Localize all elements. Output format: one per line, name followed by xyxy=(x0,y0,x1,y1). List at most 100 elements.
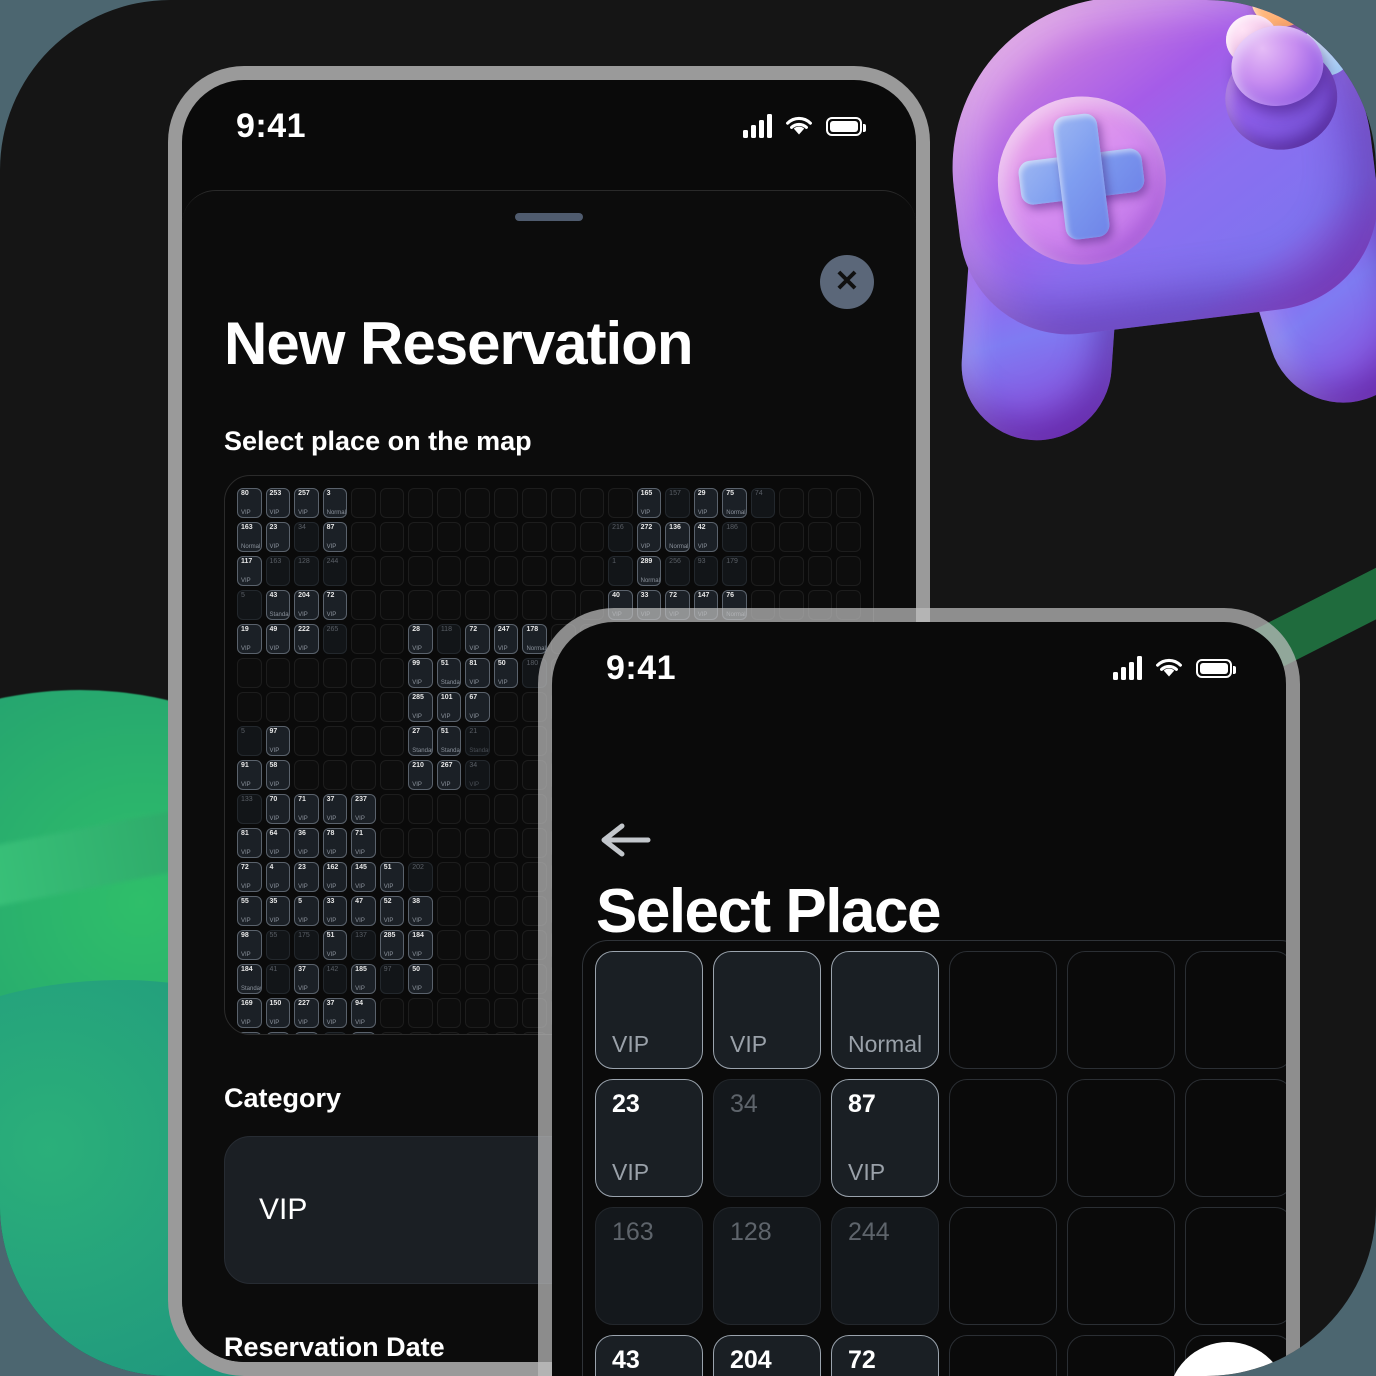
close-icon[interactable]: ✕ xyxy=(820,255,874,309)
seat-cell[interactable]: 265 xyxy=(322,624,348,654)
seat-cell[interactable]: 118 xyxy=(436,624,462,654)
seat-cell[interactable]: 34 xyxy=(294,522,319,552)
seat-cell[interactable]: 184 VIP xyxy=(408,930,433,960)
seat-cell[interactable]: 81 VIP xyxy=(237,828,262,858)
seat-cell[interactable]: 150 VIP xyxy=(265,998,291,1028)
seat-cell[interactable]: 41 xyxy=(265,964,291,994)
seat-cell[interactable]: 204VIP xyxy=(713,1335,821,1376)
seat-cell[interactable]: 256 xyxy=(665,556,690,586)
back-arrow-icon[interactable] xyxy=(598,820,652,860)
seat-cell[interactable]: 54VIP xyxy=(265,1032,291,1034)
seat-cell[interactable]: 128 xyxy=(713,1207,821,1325)
seat-selection-map[interactable]: VIP VIP Normal 23 VIP 34 87 VIP 163 128 244 43Stand… xyxy=(582,940,1286,1376)
seat-cell[interactable]: 23 VIP xyxy=(294,862,319,892)
seat-cell[interactable]: 99 VIP xyxy=(408,658,433,688)
seat-cell[interactable]: 175 xyxy=(294,930,319,960)
seat-cell[interactable]: 285 VIP xyxy=(379,930,405,960)
seat-cell[interactable]: 227 VIP xyxy=(294,998,319,1028)
seat-cell[interactable]: 185 VIP xyxy=(351,964,376,994)
seat-cell[interactable]: 97 VIP xyxy=(265,726,291,756)
seat-cell[interactable]: 34 VIP xyxy=(465,760,490,790)
seat-cell[interactable]: 103 xyxy=(322,1032,348,1034)
seat-cell[interactable]: 267 VIP xyxy=(436,760,462,790)
seat-cell[interactable]: 87 VIP xyxy=(322,522,348,552)
sheet-grabber[interactable] xyxy=(515,213,583,221)
seat-cell[interactable]: 49 VIP xyxy=(265,624,291,654)
seat-cell[interactable]: VIP xyxy=(595,951,703,1069)
seat-cell[interactable]: 74 xyxy=(750,488,776,518)
seat-cell[interactable]: 128 xyxy=(294,556,319,586)
seat-cell[interactable]: 38 VIP xyxy=(408,896,433,926)
seat-cell[interactable]: 202 xyxy=(408,862,433,892)
seat-cell[interactable]: 184 Standart xyxy=(237,964,262,994)
seat-cell[interactable]: 237 VIP xyxy=(351,794,376,824)
seat-cell[interactable]: 5 xyxy=(237,726,262,756)
seat-selection-grid[interactable]: VIP VIP Normal 23 VIP 34 87 VIP 163 128 244 43Stand… xyxy=(595,951,1286,1376)
seat-cell[interactable]: 163 xyxy=(595,1207,703,1325)
seat-cell[interactable]: 50 VIP xyxy=(408,964,433,994)
seat-cell[interactable]: 43 Standart xyxy=(265,590,291,620)
seat-cell[interactable]: 34 xyxy=(713,1079,821,1197)
seat-cell[interactable]: 204VIP xyxy=(294,590,319,620)
seat-cell[interactable]: 137 xyxy=(351,930,376,960)
seat-cell[interactable]: 182VIP xyxy=(294,1032,319,1034)
seat-cell[interactable]: 71 VIP xyxy=(294,794,319,824)
seat-cell[interactable]: 70 VIP xyxy=(265,794,291,824)
seat-cell[interactable]: 94 VIP xyxy=(351,998,376,1028)
seat-cell[interactable]: 98 VIP xyxy=(237,930,262,960)
seat-cell[interactable]: 169 VIP xyxy=(237,998,262,1028)
seat-cell[interactable]: 33 VIP xyxy=(322,896,348,926)
seat-cell[interactable]: 157 xyxy=(665,488,690,518)
seat-cell[interactable]: 186 xyxy=(722,522,747,552)
seat-cell[interactable]: 37 VIP xyxy=(294,964,319,994)
seat-cell[interactable]: 165 VIP xyxy=(636,488,662,518)
seat-cell[interactable]: 29 VIP xyxy=(693,488,719,518)
seat-cell[interactable]: 179 xyxy=(722,556,747,586)
seat-cell[interactable]: 50 VIP xyxy=(493,658,519,688)
seat-cell[interactable]: 52 VIP xyxy=(379,896,405,926)
seat-cell[interactable]: 257 VIP xyxy=(294,488,319,518)
seat-cell[interactable]: 21 Standart xyxy=(465,726,490,756)
seat-cell[interactable]: 285 VIP xyxy=(408,692,433,722)
seat-cell[interactable]: 72 VIP xyxy=(237,862,262,892)
seat-cell[interactable]: 47 VIP xyxy=(351,896,376,926)
seat-cell[interactable]: 3 Normal xyxy=(322,488,348,518)
seat-cell[interactable]: 145 VIP xyxy=(351,862,376,892)
seat-cell[interactable]: 42 VIP xyxy=(693,522,719,552)
seat-cell[interactable]: 23 VIP xyxy=(595,1079,703,1197)
seat-cell[interactable]: 55 xyxy=(265,930,291,960)
seat-cell[interactable]: 144VIP xyxy=(237,1032,262,1034)
seat-cell[interactable]: 216 xyxy=(608,522,633,552)
seat-cell[interactable]: 5 xyxy=(237,590,262,620)
seat-cell[interactable]: 272 VIP xyxy=(636,522,662,552)
seat-cell[interactable]: 28 VIP xyxy=(408,624,433,654)
seat-cell[interactable]: 101 VIP xyxy=(436,692,462,722)
seat-cell[interactable]: 55 VIP xyxy=(237,896,262,926)
seat-cell[interactable]: 51 Standart xyxy=(436,726,462,756)
seat-cell[interactable]: 37 VIP xyxy=(322,998,348,1028)
seat-cell[interactable]: 142 xyxy=(322,964,348,994)
seat-cell[interactable]: 5 VIP xyxy=(294,896,319,926)
seat-cell[interactable]: 244 xyxy=(322,556,348,586)
seat-cell[interactable]: 51 VIP xyxy=(322,930,348,960)
seat-cell[interactable]: 51 Standart xyxy=(436,658,462,688)
seat-cell[interactable]: 1 xyxy=(608,556,633,586)
seat-cell[interactable]: 67 VIP xyxy=(465,692,490,722)
seat-cell[interactable]: 178 Normal xyxy=(522,624,547,654)
seat-cell[interactable]: 71 VIP xyxy=(351,828,376,858)
seat-cell[interactable]: 153VIP xyxy=(351,1032,376,1034)
seat-cell[interactable]: VIP xyxy=(713,951,821,1069)
seat-cell[interactable]: 91 VIP xyxy=(237,760,262,790)
seat-cell[interactable]: 4 VIP xyxy=(265,862,291,892)
seat-cell[interactable]: 19 VIP xyxy=(237,624,262,654)
seat-cell[interactable]: 163 xyxy=(265,556,291,586)
seat-cell[interactable]: 97 xyxy=(379,964,405,994)
seat-cell[interactable]: 36 VIP xyxy=(294,828,319,858)
seat-cell[interactable]: 35 VIP xyxy=(265,896,291,926)
seat-cell[interactable]: 80 VIP xyxy=(237,488,262,518)
seat-cell[interactable]: 64 VIP xyxy=(265,828,291,858)
seat-cell[interactable]: 162 VIP xyxy=(322,862,348,892)
seat-cell[interactable]: 136 Normal xyxy=(665,522,690,552)
seat-cell[interactable]: 247 VIP xyxy=(493,624,519,654)
seat-cell[interactable]: 222 VIP xyxy=(294,624,319,654)
